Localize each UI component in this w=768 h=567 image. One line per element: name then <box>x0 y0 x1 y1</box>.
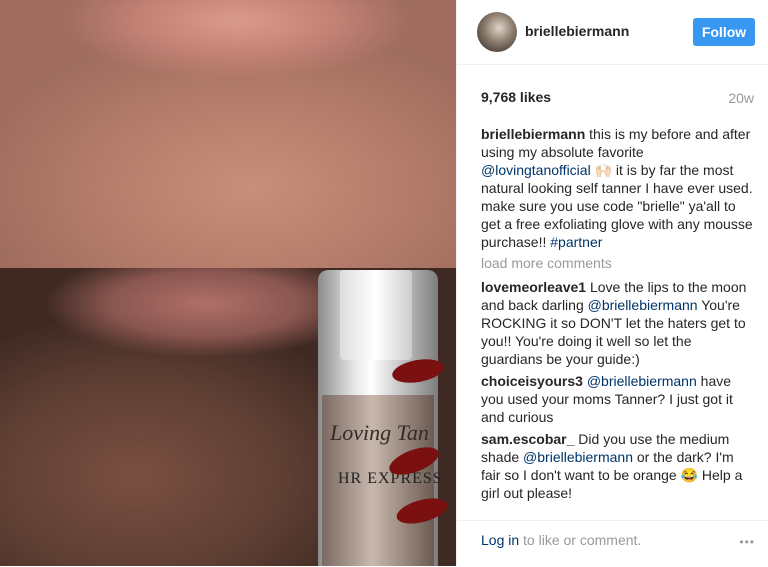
post-header: briellebiermann Follow <box>457 0 768 65</box>
post-caption: briellebiermann this is my before and af… <box>481 125 753 251</box>
comment-mention[interactable]: @briellebiermann <box>588 297 698 313</box>
bottle-product-text: HR EXPRESS <box>338 470 443 487</box>
comment-mention[interactable]: @briellebiermann <box>523 449 633 465</box>
post-footer: Log in to like or comment. ••• <box>457 520 768 567</box>
load-more-comments[interactable]: load more comments <box>481 255 612 271</box>
bottle-brand-text: Loving Tan <box>330 420 429 445</box>
comment-username[interactable]: choiceisyours3 <box>481 373 583 389</box>
avatar[interactable] <box>477 12 517 52</box>
more-options-icon[interactable]: ••• <box>739 535 755 549</box>
caption-hashtag[interactable]: #partner <box>550 234 602 250</box>
post-age[interactable]: 20w <box>728 90 754 106</box>
login-prompt: Log in to like or comment. <box>481 532 641 548</box>
caption-mention[interactable]: @lovingtanofficial <box>481 162 591 178</box>
comment: choiceisyours3 @briellebiermann have you… <box>481 372 755 426</box>
comment: sam.escobar_ Did you use the medium shad… <box>481 430 755 502</box>
login-link[interactable]: Log in <box>481 532 519 548</box>
post-photo[interactable]: Loving Tan HR EXPRESS <box>0 0 456 566</box>
likes-count[interactable]: 9,768 likes <box>481 89 551 105</box>
login-prompt-text: to like or comment. <box>519 532 642 548</box>
bottle-pump <box>340 270 412 360</box>
comment: lovemeorleave1 Love the lips to the moon… <box>481 278 755 368</box>
comment-mention[interactable]: @briellebiermann <box>587 373 697 389</box>
caption-username[interactable]: briellebiermann <box>481 126 585 142</box>
author-username[interactable]: briellebiermann <box>525 23 629 39</box>
comment-username[interactable]: sam.escobar_ <box>481 431 574 447</box>
comment-username[interactable]: lovemeorleave1 <box>481 279 586 295</box>
caption-emoji: 🙌🏻 <box>590 162 613 178</box>
follow-button[interactable]: Follow <box>693 18 755 46</box>
post-sidebar: briellebiermann Follow 9,768 likes 20w b… <box>456 0 768 566</box>
before-photo <box>0 0 456 268</box>
